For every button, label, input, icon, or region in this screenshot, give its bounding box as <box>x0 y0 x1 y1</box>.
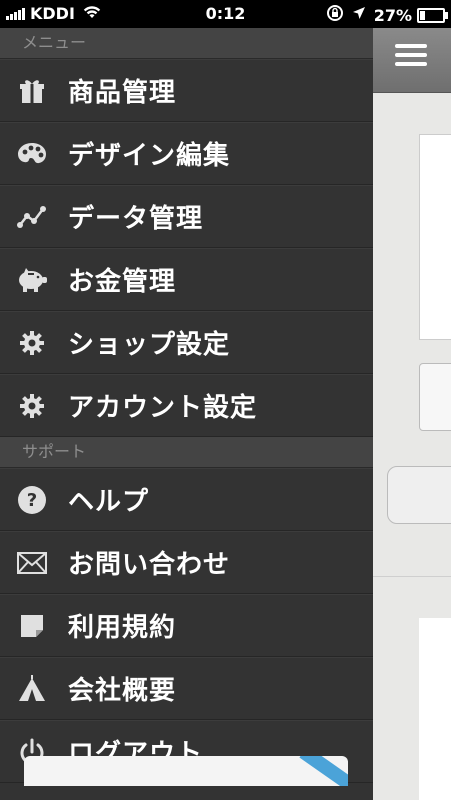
content-box <box>419 363 451 431</box>
menu-item-shop-settings[interactable]: ショップ設定 <box>0 311 373 374</box>
content-card <box>419 134 451 340</box>
banner-ribbon <box>299 756 348 786</box>
palette-icon <box>16 138 48 170</box>
note-icon <box>16 610 48 642</box>
screen: KDDI 0:12 27% メニュー 商品管理 デザイン編集 データ管理 お金管… <box>0 0 451 800</box>
side-menu: メニュー 商品管理 デザイン編集 データ管理 お金管理 ショップ設定 アカウント… <box>0 28 373 800</box>
bottom-banner[interactable] <box>24 756 348 786</box>
chart-line-icon <box>16 201 48 233</box>
menu-item-label: 会社概要 <box>68 676 177 706</box>
menu-item-contact[interactable]: お問い合わせ <box>0 531 373 594</box>
status-bar: KDDI 0:12 27% <box>0 0 451 28</box>
menu-item-label: デザイン編集 <box>68 141 231 171</box>
piggy-bank-icon <box>16 264 48 296</box>
menu-item-account-settings[interactable]: アカウント設定 <box>0 374 373 437</box>
menu-item-label: 利用規約 <box>68 613 177 643</box>
hamburger-menu-icon[interactable] <box>395 44 427 72</box>
rotation-lock-icon <box>326 4 344 26</box>
menu-item-help[interactable]: ? ヘルプ <box>0 468 373 531</box>
content-divider <box>373 576 451 577</box>
battery-icon <box>417 7 448 23</box>
menu-item-company[interactable]: 会社概要 <box>0 657 373 720</box>
status-right: 27% <box>318 4 448 26</box>
menu-item-label: ショップ設定 <box>68 330 231 360</box>
menu-item-label: 商品管理 <box>68 78 177 108</box>
location-arrow-icon <box>352 6 366 24</box>
gear-icon <box>16 327 48 359</box>
svg-text:?: ? <box>27 490 37 511</box>
envelope-icon <box>16 547 48 579</box>
menu-item-products[interactable]: 商品管理 <box>0 59 373 122</box>
section-header-support: サポート <box>0 437 373 468</box>
tent-icon <box>16 673 48 705</box>
menu-item-data[interactable]: データ管理 <box>0 185 373 248</box>
menu-item-design[interactable]: デザイン編集 <box>0 122 373 185</box>
gift-icon <box>16 75 48 107</box>
menu-item-money[interactable]: お金管理 <box>0 248 373 311</box>
main-navbar <box>373 28 451 93</box>
menu-item-terms[interactable]: 利用規約 <box>0 594 373 657</box>
menu-item-label: お金管理 <box>68 267 177 297</box>
menu-item-label: アカウント設定 <box>68 393 258 423</box>
content-panel <box>419 618 451 800</box>
menu-item-label: お問い合わせ <box>68 550 231 580</box>
section-header-menu: メニュー <box>0 28 373 59</box>
help-icon: ? <box>16 484 48 516</box>
battery-percent: 27% <box>373 5 412 25</box>
content-button[interactable] <box>387 466 451 524</box>
menu-item-label: ヘルプ <box>68 487 150 517</box>
gear-icon <box>16 390 48 422</box>
main-content-peek[interactable] <box>373 28 451 800</box>
menu-item-label: データ管理 <box>68 204 204 234</box>
